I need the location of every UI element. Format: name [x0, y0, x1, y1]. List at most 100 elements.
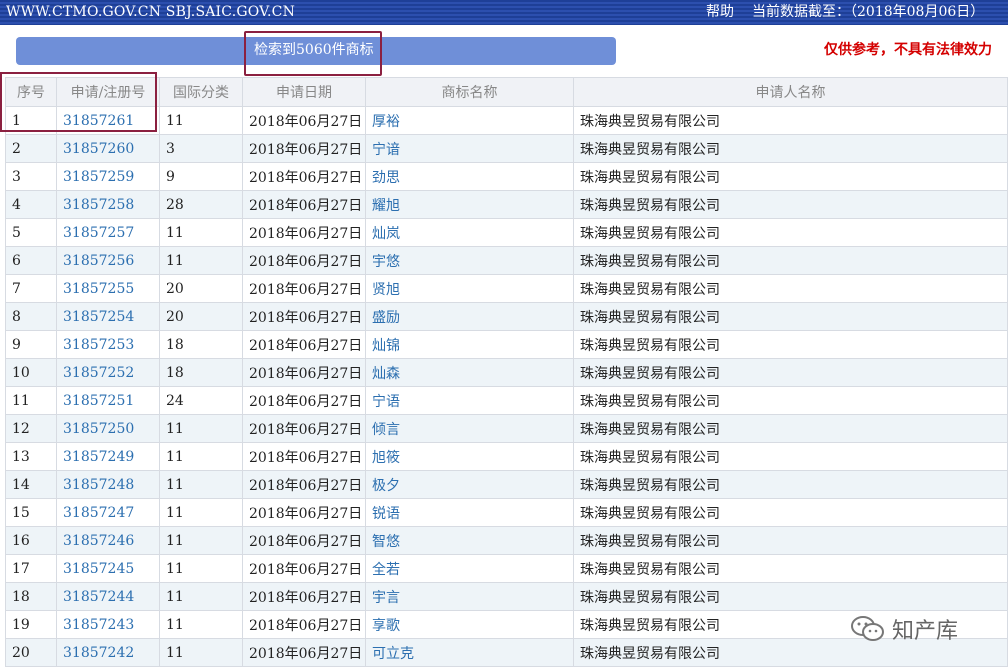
date-cell: 2018年06月27日: [249, 141, 363, 158]
date-cell: 2018年06月27日: [249, 617, 363, 634]
class-cell: 11: [166, 560, 184, 577]
reg-number-link[interactable]: 31857256: [63, 253, 134, 269]
mark-name-link[interactable]: 宇悠: [372, 254, 400, 270]
mark-name-link[interactable]: 宁语: [372, 394, 400, 410]
mark-name-link[interactable]: 灿森: [372, 366, 400, 382]
table-row: 3 31857259 9 2018年06月27日 劲思 珠海典昱贸易有限公司: [5, 162, 1008, 191]
mark-name-link[interactable]: 灿岚: [372, 226, 400, 242]
mark-name-link[interactable]: 厚裕: [372, 114, 400, 130]
mark-name-link[interactable]: 灿锦: [372, 338, 400, 354]
applicant-cell-cell: 珠海典昱贸易有限公司: [573, 414, 1008, 443]
row-no: 4: [12, 196, 21, 213]
class-cell: 11: [166, 224, 184, 241]
class-cell: 11: [166, 476, 184, 493]
applicant-cell: 珠海典昱贸易有限公司: [580, 449, 720, 466]
reg-number-link[interactable]: 31857245: [63, 561, 134, 577]
mark-name-link[interactable]: 宇言: [372, 590, 400, 606]
table-row: 13 31857249 11 2018年06月27日 旭筱 珠海典昱贸易有限公司: [5, 442, 1008, 471]
class-cell-cell: 20: [159, 302, 243, 331]
data-as-of: 当前数据截至：（2018年08月06日）: [752, 4, 985, 20]
col-header-date: 申请日期: [242, 77, 366, 107]
mark-name-link[interactable]: 宁谙: [372, 142, 400, 158]
class-cell-cell: 11: [159, 610, 243, 639]
reg-number-link[interactable]: 31857249: [63, 449, 134, 465]
disclaimer: 仅供参考，不具有法律效力: [824, 42, 992, 58]
applicant-cell: 珠海典昱贸易有限公司: [580, 281, 720, 298]
row-no-cell: 14: [5, 470, 57, 499]
mark-name-link[interactable]: 全若: [372, 562, 400, 578]
reg-number-link[interactable]: 31857243: [63, 617, 134, 633]
date-cell: 2018年06月27日: [249, 197, 363, 214]
applicant-cell-cell: 珠海典昱贸易有限公司: [573, 330, 1008, 359]
mark-name-link-cell: 智悠: [365, 526, 574, 555]
mark-name-link[interactable]: 劲思: [372, 170, 400, 186]
applicant-cell: 珠海典昱贸易有限公司: [580, 225, 720, 242]
class-cell-cell: 18: [159, 358, 243, 387]
row-no: 7: [12, 280, 21, 297]
class-cell: 18: [166, 364, 184, 381]
date-cell-cell: 2018年06月27日: [242, 134, 366, 163]
reg-number-link[interactable]: 31857255: [63, 281, 134, 297]
reg-number-link[interactable]: 31857242: [63, 645, 134, 661]
reg-number-link-cell: 31857248: [56, 470, 160, 499]
help-link[interactable]: 帮助: [706, 0, 734, 25]
reg-number-link[interactable]: 31857244: [63, 589, 134, 605]
reg-number-link[interactable]: 31857254: [63, 309, 134, 325]
reg-number-link[interactable]: 31857260: [63, 141, 134, 157]
mark-name-link[interactable]: 贤旭: [372, 282, 400, 298]
class-cell-cell: 28: [159, 190, 243, 219]
mark-name-link[interactable]: 盛励: [372, 310, 400, 326]
reg-number-link[interactable]: 31857248: [63, 477, 134, 493]
date-cell: 2018年06月27日: [249, 449, 363, 466]
table-row: 16 31857246 11 2018年06月27日 智悠 珠海典昱贸易有限公司: [5, 526, 1008, 555]
date-cell-cell: 2018年06月27日: [242, 414, 366, 443]
row-no: 18: [12, 588, 30, 605]
row-no-cell: 3: [5, 162, 57, 191]
reg-number-link[interactable]: 31857253: [63, 337, 134, 353]
reg-number-link[interactable]: 31857251: [63, 393, 134, 409]
reg-number-link-cell: 31857242: [56, 638, 160, 667]
class-cell: 11: [166, 588, 184, 605]
result-count-highlight: [244, 31, 382, 76]
applicant-cell: 珠海典昱贸易有限公司: [580, 169, 720, 186]
class-cell-cell: 18: [159, 330, 243, 359]
date-cell-cell: 2018年06月27日: [242, 330, 366, 359]
row-no-cell: 12: [5, 414, 57, 443]
row-no-cell: 11: [5, 386, 57, 415]
reg-number-link[interactable]: 31857246: [63, 533, 134, 549]
class-cell-cell: 9: [159, 162, 243, 191]
row-no-cell: 9: [5, 330, 57, 359]
mark-name-link[interactable]: 耀旭: [372, 198, 400, 214]
mark-name-link[interactable]: 旭筱: [372, 450, 400, 466]
mark-name-link[interactable]: 享歌: [372, 618, 400, 634]
date-cell-cell: 2018年06月27日: [242, 582, 366, 611]
row-no: 8: [12, 308, 21, 325]
top-bar: WWW.CTMO.GOV.CN SBJ.SAIC.GOV.CN 帮助 当前数据截…: [0, 0, 1008, 25]
reg-number-link-cell: 31857247: [56, 498, 160, 527]
mark-name-link[interactable]: 可立克: [372, 646, 414, 662]
row-no-cell: 13: [5, 442, 57, 471]
row-no: 9: [12, 336, 21, 353]
table-row: 7 31857255 20 2018年06月27日 贤旭 珠海典昱贸易有限公司: [5, 274, 1008, 303]
mark-name-link[interactable]: 倾言: [372, 422, 400, 438]
reg-number-link[interactable]: 31857257: [63, 225, 134, 241]
mark-name-link[interactable]: 极夕: [372, 478, 400, 494]
date-cell: 2018年06月27日: [249, 645, 363, 662]
table-row: 18 31857244 11 2018年06月27日 宇言 珠海典昱贸易有限公司: [5, 582, 1008, 611]
reg-number-link[interactable]: 31857252: [63, 365, 134, 381]
reg-number-link-cell: 31857255: [56, 274, 160, 303]
row-no-cell: 16: [5, 526, 57, 555]
reg-number-link[interactable]: 31857258: [63, 197, 134, 213]
mark-name-link-cell: 宇言: [365, 582, 574, 611]
row-no-cell: 2: [5, 134, 57, 163]
class-cell-cell: 11: [159, 442, 243, 471]
reg-number-link[interactable]: 31857250: [63, 421, 134, 437]
table-row: 9 31857253 18 2018年06月27日 灿锦 珠海典昱贸易有限公司: [5, 330, 1008, 359]
mark-name-link[interactable]: 智悠: [372, 534, 400, 550]
class-cell: 11: [166, 504, 184, 521]
reg-number-link[interactable]: 31857259: [63, 169, 134, 185]
mark-name-link[interactable]: 锐语: [372, 506, 400, 522]
reg-number-link[interactable]: 31857247: [63, 505, 134, 521]
col-header-class: 国际分类: [159, 77, 243, 107]
applicant-cell: 珠海典昱贸易有限公司: [580, 645, 720, 662]
